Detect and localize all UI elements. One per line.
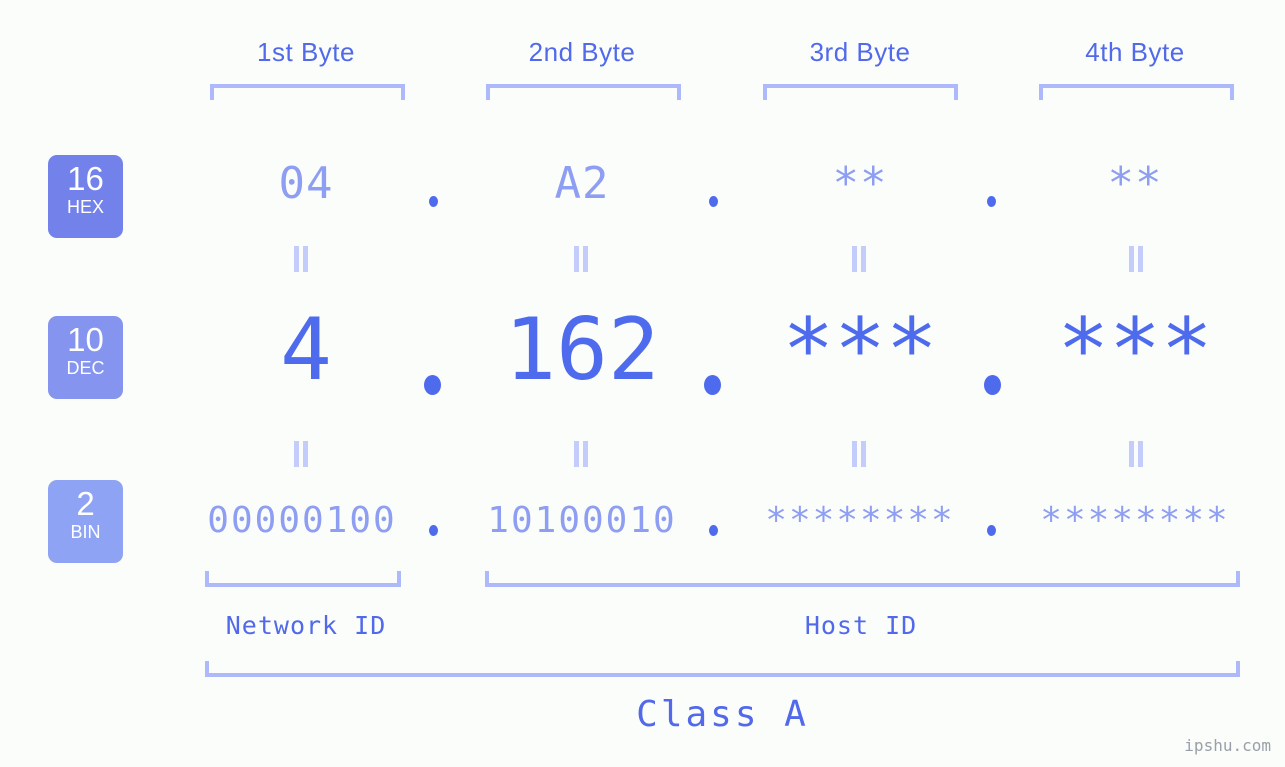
equivalence-mark-dec-bin-3: [851, 441, 867, 467]
hex-byte-4-value: **: [1107, 158, 1163, 209]
byte-header-2: 2nd Byte: [528, 37, 636, 67]
hex-byte-2-value: A2: [554, 158, 610, 209]
equivalence-mark-dec-bin-1: [293, 441, 309, 467]
equivalence-mark-hex-dec-1: [293, 246, 309, 272]
dec-byte-3-value: ***: [782, 300, 938, 400]
dec-byte-4-value: ***: [1057, 300, 1213, 400]
byte-header-3: 3rd Byte: [809, 37, 911, 67]
byte-header-4: 4th Byte: [1085, 37, 1185, 67]
base-badge-bin: 2 BIN: [48, 480, 123, 563]
network-id-bracket: [205, 571, 401, 587]
byte-bracket-3: [763, 84, 958, 100]
ip-address-breakdown-diagram: 1st Byte 2nd Byte 3rd Byte 4th Byte 16 H…: [0, 0, 1285, 767]
dec-separator-dot-3: [984, 375, 1001, 395]
watermark: ipshu.com: [1184, 736, 1271, 755]
hex-separator-dot-2: [709, 196, 718, 207]
bin-byte-2-value: 10100010: [487, 500, 677, 541]
hex-separator-dot-3: [987, 196, 996, 207]
bin-byte-3-value: ********: [765, 500, 955, 541]
class-bracket: [205, 661, 1240, 677]
hex-byte-3-value: **: [832, 158, 888, 209]
bin-separator-dot-3: [987, 525, 996, 536]
base-badge-dec-name: DEC: [66, 358, 105, 378]
dec-byte-2-value: 162: [504, 300, 660, 400]
equivalence-mark-hex-dec-4: [1128, 246, 1144, 272]
bin-separator-dot-1: [429, 525, 438, 536]
equivalence-mark-dec-bin-2: [573, 441, 589, 467]
byte-header-1: 1st Byte: [257, 37, 355, 67]
byte-bracket-2: [486, 84, 681, 100]
class-label: Class A: [636, 694, 809, 735]
byte-bracket-1: [210, 84, 405, 100]
network-id-label: Network ID: [225, 611, 387, 640]
base-badge-dec-number: 10: [67, 321, 104, 358]
dec-byte-1-value: 4: [280, 300, 332, 400]
dec-separator-dot-2: [704, 375, 721, 395]
hex-byte-1-value: 04: [278, 158, 334, 209]
dec-separator-dot-1: [424, 375, 441, 395]
equivalence-mark-dec-bin-4: [1128, 441, 1144, 467]
equivalence-mark-hex-dec-2: [573, 246, 589, 272]
equivalence-mark-hex-dec-3: [851, 246, 867, 272]
host-id-label: Host ID: [804, 611, 918, 640]
bin-byte-1-value: 00000100: [207, 500, 397, 541]
base-badge-dec: 10 DEC: [48, 316, 123, 399]
bin-separator-dot-2: [709, 525, 718, 536]
base-badge-hex: 16 HEX: [48, 155, 123, 238]
base-badge-hex-name: HEX: [66, 197, 104, 217]
base-badge-bin-name: BIN: [70, 522, 101, 542]
base-badge-hex-number: 16: [67, 160, 104, 197]
byte-bracket-4: [1039, 84, 1234, 100]
bin-byte-4-value: ********: [1040, 500, 1230, 541]
hex-separator-dot-1: [429, 196, 438, 207]
base-badge-bin-number: 2: [76, 485, 95, 522]
host-id-bracket: [485, 571, 1240, 587]
